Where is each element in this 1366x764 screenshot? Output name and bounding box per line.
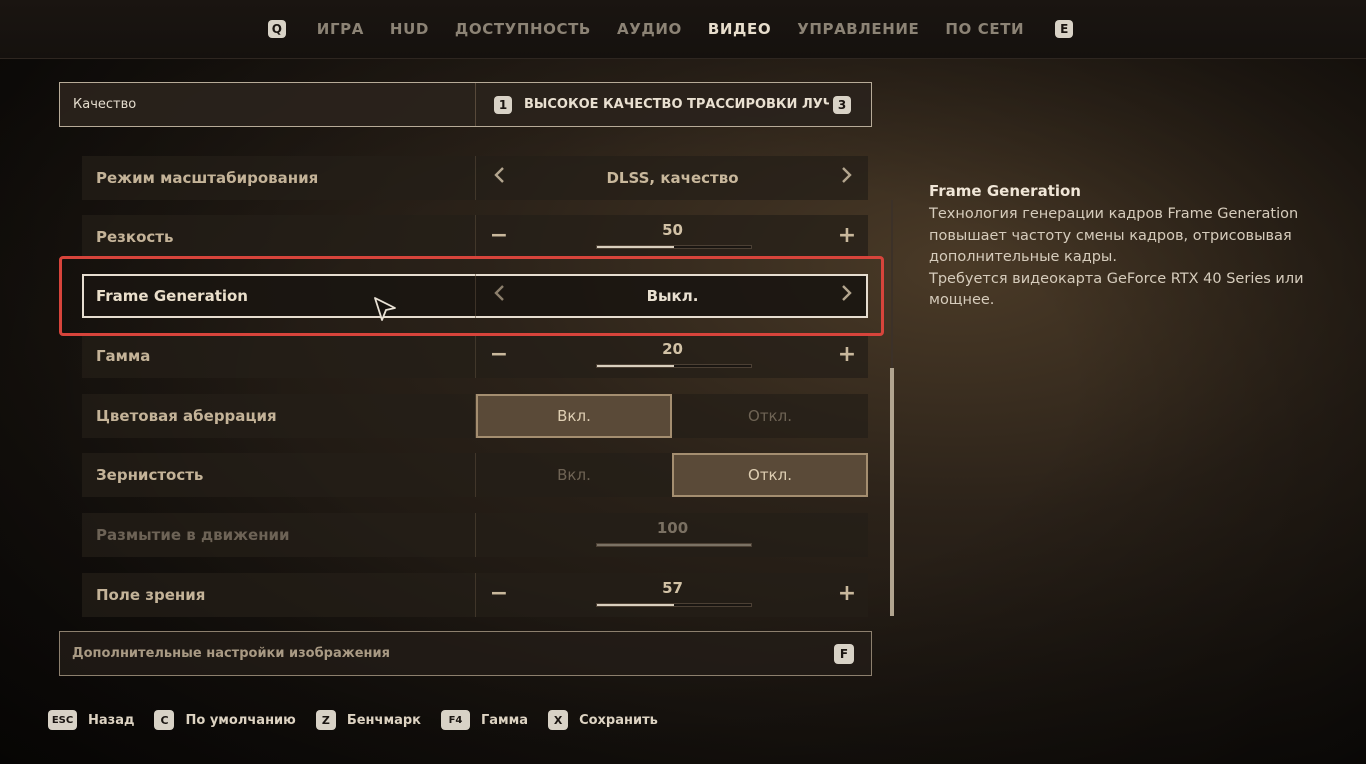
c-key: C: [154, 710, 175, 730]
defaults-button[interactable]: C По умолчанию: [154, 710, 296, 730]
advanced-settings-key[interactable]: F: [834, 644, 854, 664]
esc-key: ESC: [48, 710, 77, 730]
slider-control: − 20 +: [475, 334, 868, 378]
back-label: Назад: [88, 712, 135, 728]
increase-button[interactable]: +: [836, 343, 858, 367]
toggle-control: Вкл. Откл.: [475, 453, 868, 497]
benchmark-button[interactable]: Z Бенчмарк: [315, 710, 421, 730]
setting-row-sharpness[interactable]: Резкость − 50 +: [82, 215, 868, 259]
slider-value: 100: [656, 519, 689, 537]
slider-value: 57: [662, 579, 683, 597]
description-panel: Frame Generation Технология генерации ка…: [929, 182, 1329, 312]
back-button[interactable]: ESC Назад: [48, 710, 134, 730]
quality-label: Качество: [73, 97, 137, 112]
slider-control: 100: [475, 513, 868, 557]
slider-track[interactable]: [596, 364, 752, 368]
tab-game[interactable]: ИГРА: [317, 20, 364, 38]
description-title: Frame Generation: [929, 182, 1081, 200]
z-key: Z: [315, 710, 336, 730]
chevron-right-icon[interactable]: [836, 166, 858, 188]
slider-fill: [597, 246, 674, 248]
setting-label: Цветовая аберрация: [96, 407, 277, 425]
highlight-box: [59, 256, 884, 336]
x-key: X: [548, 710, 569, 730]
quality-next-key[interactable]: 3: [833, 96, 851, 114]
increase-button[interactable]: +: [836, 582, 858, 606]
top-navigation: Q ИГРА HUD ДОСТУПНОСТЬ АУДИО ВИДЕО УПРАВ…: [0, 0, 1366, 59]
setting-label: Поле зрения: [96, 586, 206, 604]
toggle-control: Вкл. Откл.: [475, 394, 868, 438]
tab-online[interactable]: ПО СЕТИ: [945, 20, 1024, 38]
prev-tab-key[interactable]: Q: [267, 20, 286, 38]
description-requirement: Требуется видеокарта GeForce RTX 40 Seri…: [929, 270, 1304, 309]
scrollbar-thumb[interactable]: [890, 368, 894, 616]
tab-audio[interactable]: АУДИО: [617, 20, 682, 38]
toggle-on-button[interactable]: Вкл.: [476, 453, 672, 497]
setting-label: Размытие в движении: [96, 526, 290, 544]
tab-controls[interactable]: УПРАВЛЕНИЕ: [797, 20, 919, 38]
mouse-cursor-icon: [374, 297, 396, 321]
advanced-image-settings-button[interactable]: Дополнительные настройки изображения F: [59, 631, 872, 676]
tab-video[interactable]: ВИДЕО: [708, 20, 771, 38]
toggle-off-button[interactable]: Откл.: [672, 394, 868, 438]
save-button[interactable]: X Сохранить: [548, 710, 658, 730]
advanced-settings-label: Дополнительные настройки изображения: [72, 646, 390, 661]
slider-fill: [597, 604, 674, 606]
toggle-off-button[interactable]: Откл.: [672, 453, 868, 497]
setting-row-scaling[interactable]: Режим масштабирования DLSS, качество: [82, 156, 868, 200]
slider-value: 50: [662, 221, 683, 239]
slider-track[interactable]: [596, 245, 752, 249]
quality-prev-key[interactable]: 1: [494, 96, 512, 114]
defaults-label: По умолчанию: [185, 712, 296, 728]
slider-control: − 57 +: [475, 573, 868, 617]
slider-value: 20: [662, 340, 683, 358]
setting-label: Гамма: [96, 347, 151, 365]
setting-label: Резкость: [96, 228, 174, 246]
save-label: Сохранить: [579, 712, 658, 728]
divider: [475, 83, 476, 126]
setting-row-grain[interactable]: Зернистость Вкл. Откл.: [82, 453, 868, 497]
setting-row-motion-blur: Размытие в движении 100: [82, 513, 868, 557]
benchmark-label: Бенчмарк: [346, 712, 421, 728]
setting-label: Режим масштабирования: [96, 169, 319, 187]
tab-hud[interactable]: HUD: [390, 20, 429, 38]
setting-row-chromatic-aberration[interactable]: Цветовая аберрация Вкл. Откл.: [82, 394, 868, 438]
f4-key: F4: [440, 710, 470, 730]
quality-value: ВЫСОКОЕ КАЧЕСТВО ТРАССИРОВКИ ЛУЧЕЙ: [524, 97, 829, 112]
next-tab-key[interactable]: E: [1055, 20, 1074, 38]
slider-fill: [597, 544, 751, 546]
setting-label: Зернистость: [96, 466, 204, 484]
selector-control: DLSS, качество: [475, 156, 868, 200]
gamma-label: Гамма: [480, 712, 529, 728]
description-body: Технология генерации кадров Frame Genera…: [929, 206, 1299, 265]
slider-track[interactable]: [596, 603, 752, 607]
setting-row-gamma[interactable]: Гамма − 20 +: [82, 334, 868, 378]
setting-row-fov[interactable]: Поле зрения − 57 +: [82, 573, 868, 617]
slider-track: [596, 543, 752, 547]
tab-accessibility[interactable]: ДОСТУПНОСТЬ: [455, 20, 591, 38]
toggle-on-button[interactable]: Вкл.: [476, 394, 672, 438]
quality-preset-selector[interactable]: Качество 1 ВЫСОКОЕ КАЧЕСТВО ТРАССИРОВКИ …: [59, 82, 872, 127]
slider-fill: [597, 365, 674, 367]
gamma-button[interactable]: F4 Гамма: [440, 710, 529, 730]
slider-control: − 50 +: [475, 215, 868, 259]
setting-value: DLSS, качество: [606, 169, 739, 187]
bottom-action-bar: ESC Назад C По умолчанию Z Бенчмарк F4 Г…: [48, 710, 678, 730]
increase-button[interactable]: +: [836, 224, 858, 248]
